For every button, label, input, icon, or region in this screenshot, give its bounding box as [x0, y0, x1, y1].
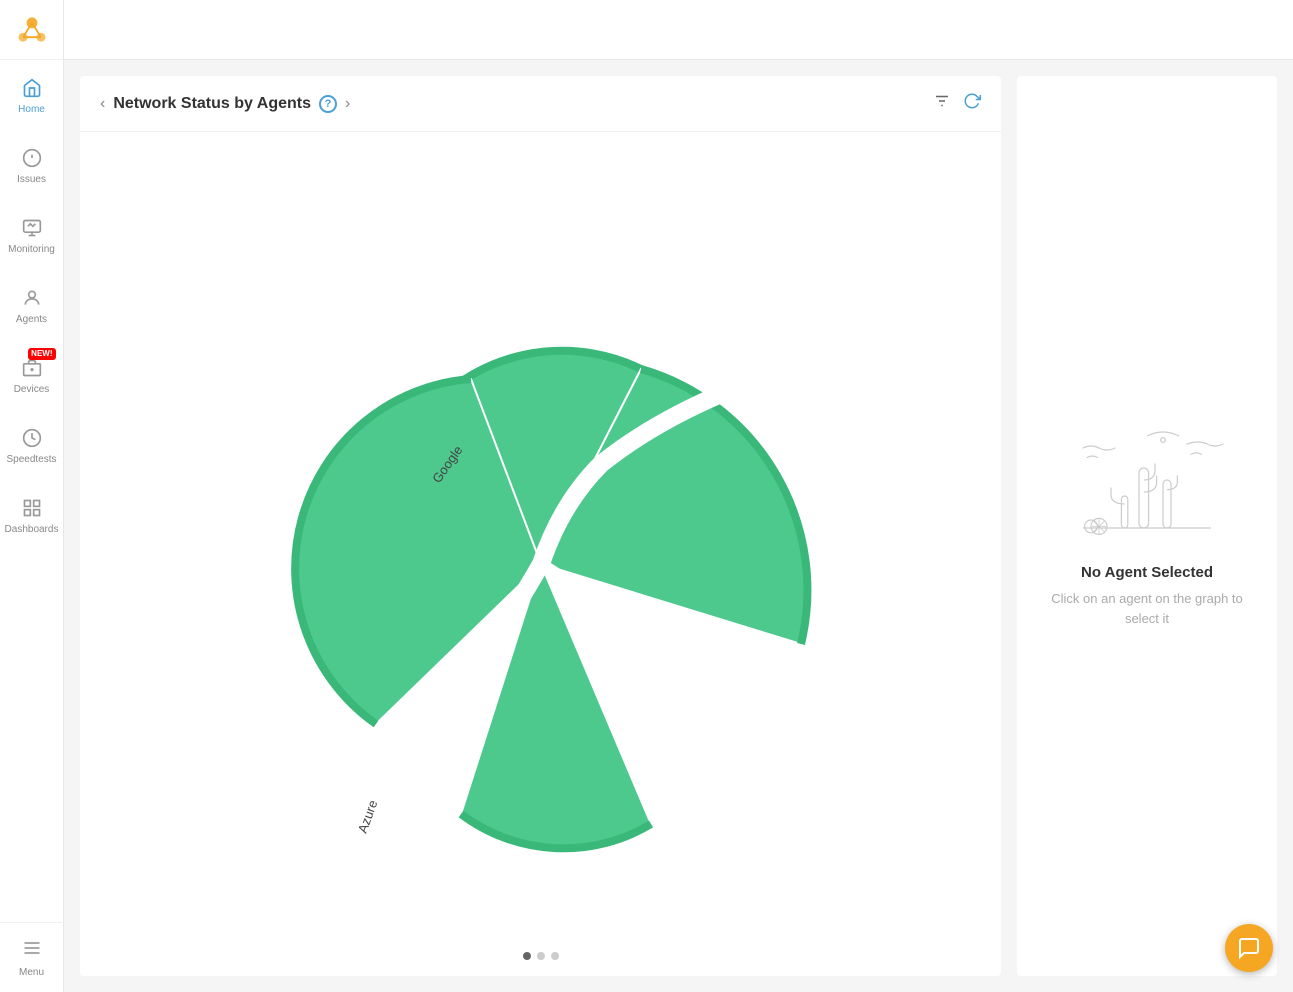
- prev-button[interactable]: ‹: [100, 95, 105, 113]
- no-agent-title: No Agent Selected: [1081, 564, 1213, 581]
- new-badge: NEW!: [28, 348, 55, 360]
- main-content: ‹ Network Status by Agents ? ›: [64, 0, 1293, 992]
- sidebar-menu-label: Menu: [19, 967, 44, 978]
- sidebar-menu[interactable]: Menu: [0, 922, 64, 992]
- sidebar-item-agents[interactable]: Agents: [0, 270, 64, 340]
- sidebar-dashboards-label: Dashboards: [5, 524, 59, 535]
- label-azure: Azure: [354, 798, 380, 835]
- speedtests-icon: [20, 426, 44, 450]
- sidebar-item-dashboards[interactable]: Dashboards: [0, 480, 64, 550]
- pagination-dot-2[interactable]: [537, 952, 545, 960]
- monitoring-icon: [20, 216, 44, 240]
- pagination-dot-3[interactable]: [551, 952, 559, 960]
- sidebar-devices-label: Devices: [14, 384, 50, 395]
- next-button[interactable]: ›: [345, 95, 350, 113]
- refresh-icon[interactable]: [963, 92, 981, 115]
- sidebar-issues-label: Issues: [17, 174, 46, 185]
- sidebar-monitoring-label: Monitoring: [8, 244, 55, 255]
- help-icon[interactable]: ?: [319, 95, 337, 113]
- widget-title: Network Status by Agents: [113, 95, 311, 113]
- widget-panel: ‹ Network Status by Agents ? ›: [80, 76, 1001, 976]
- widget-actions: [933, 92, 981, 115]
- menu-icon: [22, 938, 42, 963]
- sidebar-item-issues[interactable]: Issues: [0, 130, 64, 200]
- sidebar-item-speedtests[interactable]: Speedtests: [0, 410, 64, 480]
- sidebar-item-devices[interactable]: NEW! Devices: [0, 340, 64, 410]
- chart-area[interactable]: Google Agent A Azure AWS: [80, 132, 1001, 936]
- chat-icon: [1237, 936, 1261, 960]
- right-panel: No Agent Selected Click on an agent on t…: [1017, 76, 1277, 976]
- dashboards-icon: [20, 496, 44, 520]
- sidebar-home-label: Home: [18, 104, 45, 115]
- sidebar: Home Issues Monitoring: [0, 0, 64, 992]
- no-agent-illustration: [1067, 424, 1227, 544]
- widget-header: ‹ Network Status by Agents ? ›: [80, 76, 1001, 132]
- sidebar-speedtests-label: Speedtests: [6, 454, 56, 465]
- home-icon: [20, 76, 44, 100]
- sidebar-item-home[interactable]: Home: [0, 60, 64, 130]
- pagination: [80, 936, 1001, 976]
- agents-icon: [20, 286, 44, 310]
- pagination-dot-1[interactable]: [523, 952, 531, 960]
- chat-button[interactable]: [1225, 924, 1273, 972]
- sidebar-item-monitoring[interactable]: Monitoring: [0, 200, 64, 270]
- top-bar: [64, 0, 1293, 60]
- sidebar-logo: [0, 0, 64, 60]
- filter-icon[interactable]: [933, 92, 951, 115]
- sidebar-agents-label: Agents: [16, 314, 47, 325]
- logo-icon: [14, 12, 50, 48]
- no-agent-subtitle: Click on an agent on the graph to select…: [1037, 589, 1257, 628]
- sunburst-chart[interactable]: Google Agent A Azure AWS: [221, 194, 861, 874]
- content-area: ‹ Network Status by Agents ? ›: [64, 60, 1293, 992]
- issues-icon: [20, 146, 44, 170]
